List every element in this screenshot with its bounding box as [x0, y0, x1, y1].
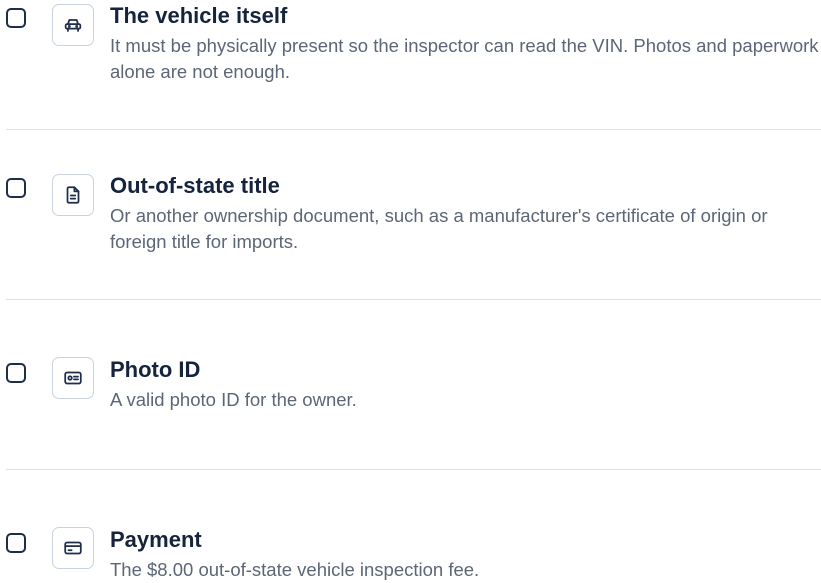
divider	[6, 469, 821, 470]
checkbox-title[interactable]	[6, 178, 26, 198]
checkbox-photo-id[interactable]	[6, 363, 26, 383]
car-icon	[64, 19, 82, 32]
divider	[6, 129, 821, 130]
item-description: Or another ownership document, such as a…	[110, 205, 768, 252]
divider	[6, 299, 821, 300]
document-icon	[66, 186, 80, 204]
checkbox-payment[interactable]	[6, 533, 26, 553]
icon-box-vehicle	[52, 4, 94, 46]
item-title: The vehicle itself	[110, 3, 288, 28]
icon-box-photo-id	[52, 357, 94, 399]
item-description: The $8.00 out-of-state vehicle inspectio…	[110, 559, 480, 580]
item-title: Photo ID	[110, 357, 201, 382]
checkbox-vehicle[interactable]	[6, 8, 26, 28]
item-title: Payment	[110, 527, 202, 552]
icon-box-title	[52, 174, 94, 216]
id-card-icon	[64, 371, 82, 385]
credit-card-icon	[64, 541, 82, 555]
item-description: It must be physically present so the ins…	[110, 35, 819, 82]
item-title: Out-of-state title	[110, 173, 280, 198]
item-description: A valid photo ID for the owner.	[110, 389, 357, 410]
icon-box-payment	[52, 527, 94, 569]
